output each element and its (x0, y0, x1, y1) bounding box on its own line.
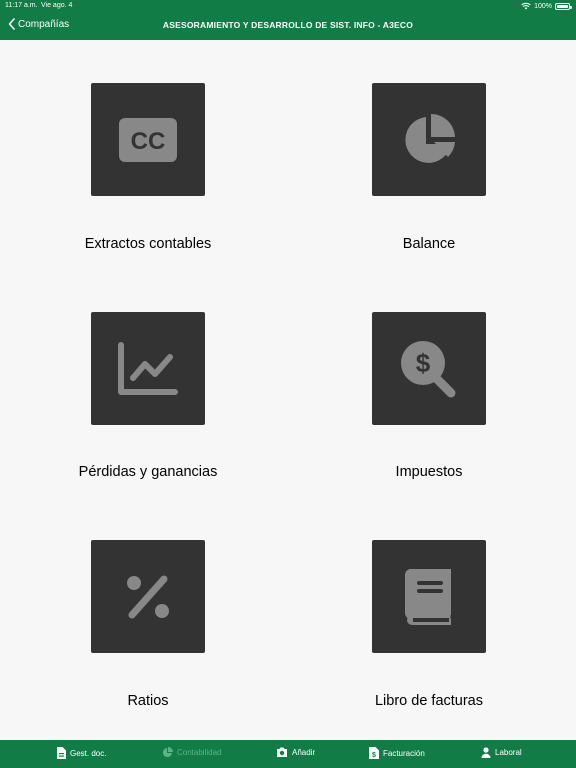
book-icon (405, 568, 451, 625)
wifi-icon (521, 2, 531, 10)
tile-ratios[interactable] (91, 540, 205, 653)
tile-label-extractos-contables[interactable]: Extractos contables (48, 236, 248, 252)
camera-icon (277, 747, 287, 757)
person-icon (481, 747, 491, 758)
svg-text:$: $ (416, 348, 431, 378)
tab-label-facturacion: Facturación (383, 748, 425, 758)
tile-label-libro-facturas[interactable]: Libro de facturas (329, 693, 529, 709)
tab-contabilidad[interactable]: Contabilidad (162, 747, 221, 758)
percent-icon (127, 575, 169, 618)
tile-impuestos[interactable]: $ (372, 312, 486, 425)
tab-anadir[interactable]: Añadir (276, 747, 315, 757)
tile-label-impuestos[interactable]: Impuestos (329, 464, 529, 480)
tab-gest-doc[interactable]: Gest. doc. (56, 747, 106, 759)
tile-libro-facturas[interactable] (372, 540, 486, 653)
battery-percent: 100% (534, 2, 552, 10)
cc-icon: CC (119, 117, 177, 162)
tab-label-contabilidad: Contabilidad (177, 748, 222, 757)
tab-label-anadir: Añadir (292, 747, 316, 757)
status-right: 100% (521, 2, 572, 10)
status-date: Vie ago. 4 (41, 2, 73, 9)
tile-label-ratios[interactable]: Ratios (48, 693, 248, 709)
tab-label-gest-doc: Gest. doc. (70, 748, 107, 758)
svg-text:CC: CC (131, 128, 166, 155)
line-chart-icon (118, 341, 178, 395)
tile-balance[interactable] (372, 83, 486, 196)
top-bar: 11:17 a.m. Vie ago. 4 100% Compañías ASE… (0, 0, 576, 40)
document-icon (57, 747, 66, 759)
tile-perdidas-ganancias[interactable] (91, 312, 205, 425)
tab-facturacion[interactable]: $ Facturación (369, 747, 425, 759)
status-time: 11:17 a.m. (5, 2, 38, 9)
svg-text:$: $ (372, 752, 376, 759)
battery-icon (555, 2, 572, 10)
tile-extractos-contables[interactable]: CC (91, 83, 205, 196)
tab-laboral[interactable]: Laboral (481, 747, 522, 758)
invoice-icon: $ (369, 747, 379, 759)
dollar-search-icon: $ (401, 340, 456, 397)
tab-bar: Gest. doc. Contabilidad Añadir $ Factura… (0, 740, 576, 768)
tile-label-balance[interactable]: Balance (329, 236, 529, 252)
pie-chart-icon (405, 113, 455, 163)
page-title: ASESORAMIENTO Y DESARROLLO DE SIST. INFO… (162, 20, 414, 30)
tile-label-perdidas-ganancias[interactable]: Pérdidas y ganancias (48, 464, 248, 480)
tab-label-laboral: Laboral (495, 748, 522, 757)
pie-icon (162, 747, 173, 758)
